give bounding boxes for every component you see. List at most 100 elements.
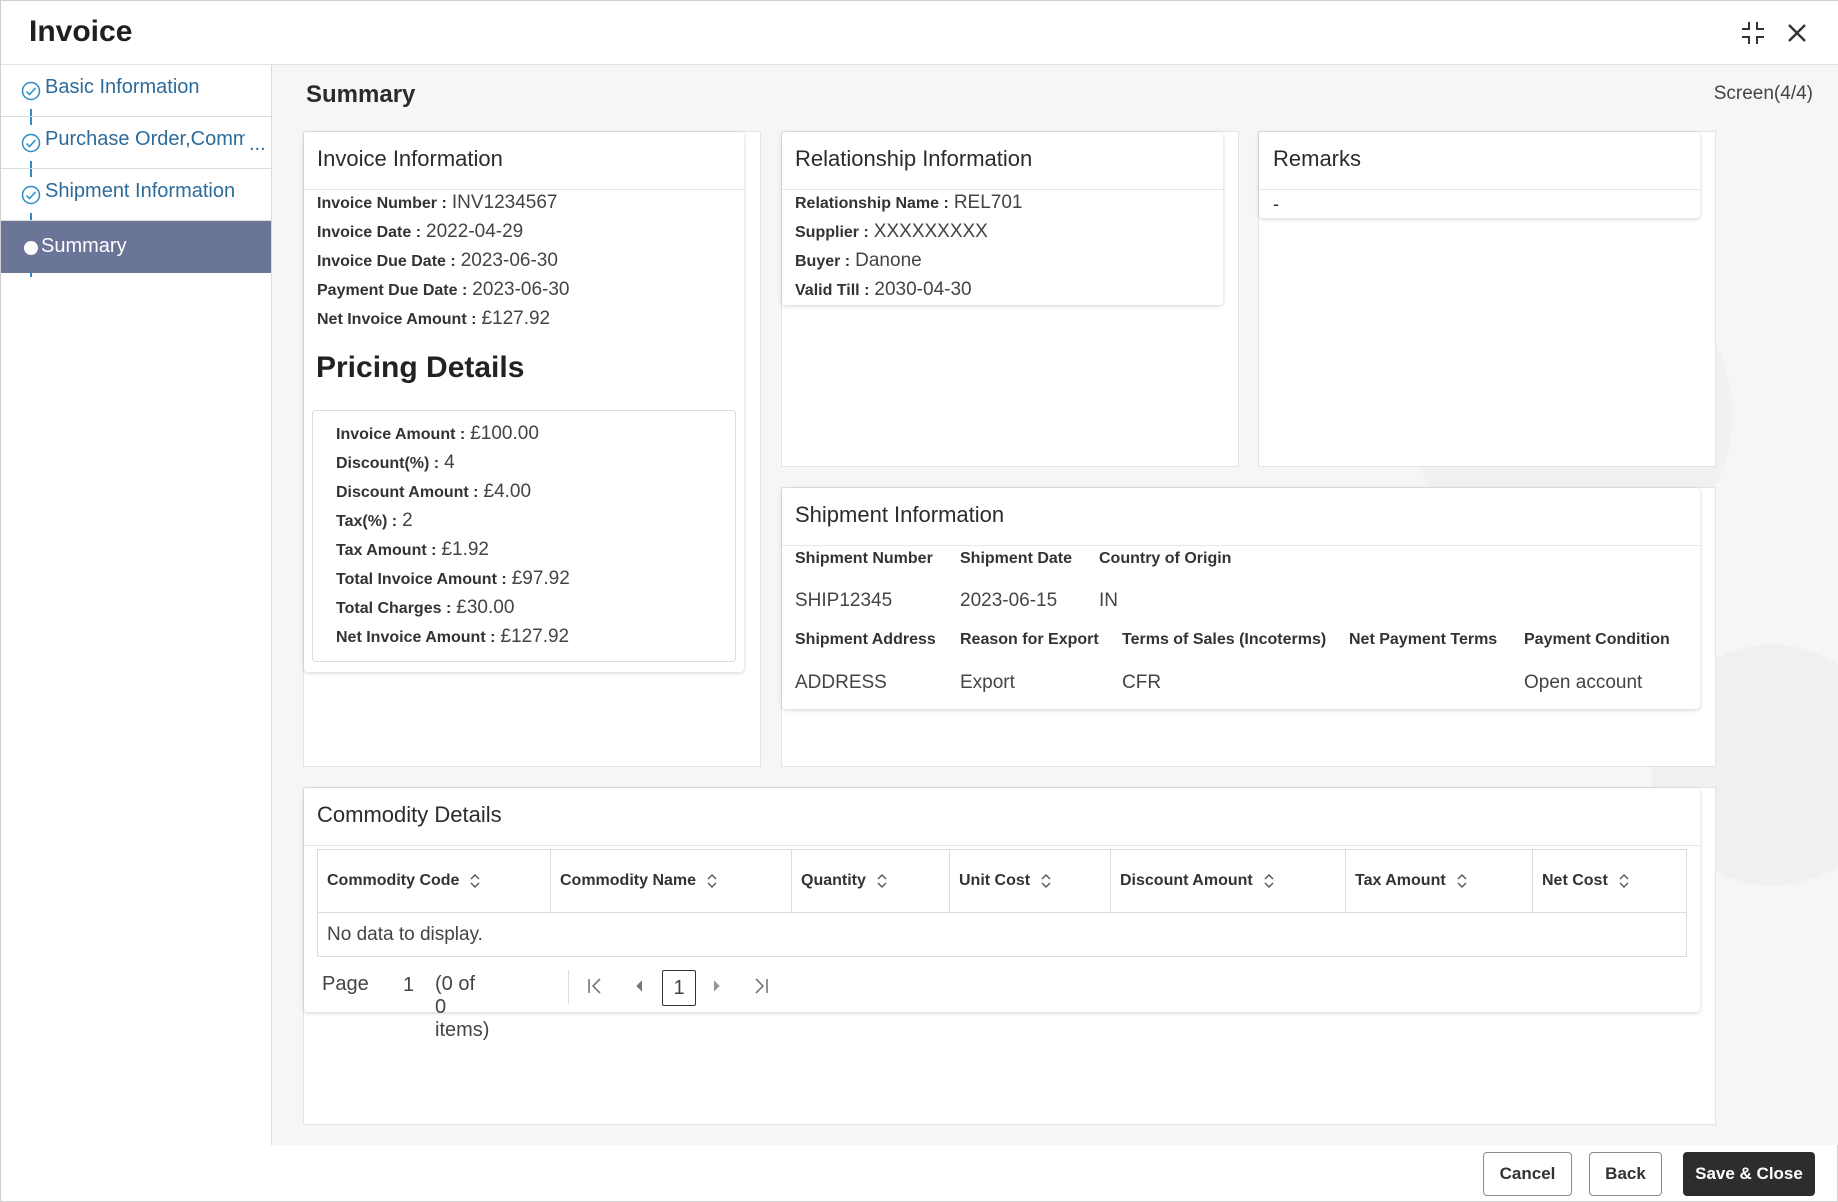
column-label: Commodity Name <box>560 872 697 889</box>
current-page-box[interactable]: 1 <box>662 970 696 1006</box>
page-item-count: (0 of 0 items) <box>435 973 490 1041</box>
sort-icon <box>1457 874 1467 888</box>
field-label: Net Invoice Amount : <box>336 629 496 646</box>
save-and-close-button[interactable]: Save & Close <box>1683 1152 1815 1196</box>
card-title: Shipment Information <box>795 502 1005 527</box>
back-button[interactable]: Back <box>1589 1152 1662 1196</box>
discount-amount-field: Discount Amount : £4.00 <box>336 481 531 503</box>
country-of-origin-label: Country of Origin <box>1099 550 1232 567</box>
invoice-date-field: Invoice Date : 2022-04-29 <box>317 221 523 243</box>
wizard-sidebar: Basic Information Purchase Order,Commo .… <box>1 65 272 1145</box>
field-value: INV1234567 <box>451 192 558 213</box>
divider <box>304 189 744 190</box>
last-page-icon[interactable] <box>746 966 776 1006</box>
payment-condition-label: Payment Condition <box>1524 631 1670 648</box>
column-header-tax-amount[interactable]: Tax Amount <box>1346 850 1533 912</box>
column-header-discount-amount[interactable]: Discount Amount <box>1111 850 1346 912</box>
column-label: Quantity <box>801 872 866 889</box>
shipment-information-card: Shipment Information Shipment Number SHI… <box>782 488 1700 709</box>
pricing-details-heading: Pricing Details <box>316 351 525 384</box>
sidebar-item-purchase-order[interactable]: Purchase Order,Commo ... <box>1 117 271 169</box>
sidebar-item-basic-information[interactable]: Basic Information <box>1 65 271 117</box>
buyer-field: Buyer : Danone <box>795 250 922 272</box>
field-label: Tax(%) : <box>336 513 398 530</box>
supplier-field: Supplier : XXXXXXXXX <box>795 221 988 243</box>
shipment-date-label: Shipment Date <box>960 550 1073 567</box>
current-step-dot <box>24 241 38 255</box>
sort-icon <box>1041 874 1051 888</box>
total-charges-field: Total Charges : £30.00 <box>336 597 514 619</box>
reason-for-export-label: Reason for Export <box>960 631 1099 648</box>
field-label: Invoice Amount : <box>336 426 466 443</box>
shipment-address-value: ADDRESS <box>795 672 887 693</box>
field-label: Tax Amount : <box>336 542 437 559</box>
field-label: Net Invoice Amount : <box>317 311 477 328</box>
sidebar-item-summary[interactable]: Summary <box>1 221 271 273</box>
field-value: 2023-06-30 <box>472 279 570 300</box>
page-number: 1 <box>403 974 415 996</box>
prev-page-icon[interactable] <box>624 966 654 1006</box>
remarks-card: Remarks - <box>1259 132 1700 218</box>
page-title: Summary <box>306 81 416 108</box>
field-value: REL701 <box>953 192 1023 213</box>
dialog-title: Invoice <box>29 15 133 48</box>
field-value: £30.00 <box>456 597 515 618</box>
sort-icon <box>707 874 717 888</box>
field-value: XXXXXXXXX <box>873 221 988 242</box>
empty-table-message: No data to display. <box>327 924 483 945</box>
sort-icon <box>1264 874 1274 888</box>
divider <box>782 545 1700 546</box>
column-header-net-cost[interactable]: Net Cost <box>1533 850 1688 912</box>
first-page-icon[interactable] <box>580 966 610 1006</box>
field-value: £1.92 <box>441 539 489 560</box>
invoice-dialog: Invoice Basic Information Purchase Order… <box>0 0 1838 1202</box>
field-label: Invoice Due Date : <box>317 253 456 270</box>
field-label: Invoice Number : <box>317 195 447 212</box>
field-label: Supplier : <box>795 224 869 241</box>
divider <box>1259 189 1700 190</box>
field-label: Invoice Date : <box>317 224 422 241</box>
column-header-quantity[interactable]: Quantity <box>792 850 950 912</box>
field-value: 2030-04-30 <box>874 279 972 300</box>
total-invoice-amount-field: Total Invoice Amount : £97.92 <box>336 568 570 590</box>
minimize-icon[interactable] <box>1735 15 1771 51</box>
card-title: Remarks <box>1273 146 1362 171</box>
divider <box>568 970 569 1004</box>
field-label: Discount(%) : <box>336 455 440 472</box>
column-header-unit-cost[interactable]: Unit Cost <box>950 850 1111 912</box>
card-title: Relationship Information <box>795 146 1033 171</box>
shipment-date-value: 2023-06-15 <box>960 590 1058 611</box>
close-icon[interactable] <box>1779 15 1815 51</box>
column-header-commodity-code[interactable]: Commodity Code <box>318 850 551 912</box>
reason-for-export-value: Export <box>960 672 1015 693</box>
column-label: Unit Cost <box>959 872 1031 889</box>
net-invoice-amount-field: Net Invoice Amount : £127.92 <box>317 308 550 330</box>
field-value: 2 <box>402 510 413 531</box>
tax-amount-field: Tax Amount : £1.92 <box>336 539 489 561</box>
field-value: 2022-04-29 <box>426 221 524 242</box>
pricing-details-box: Invoice Amount : £100.00 Discount(%) : 4… <box>312 410 736 662</box>
cancel-button[interactable]: Cancel <box>1483 1152 1572 1196</box>
sort-icon <box>877 874 887 888</box>
column-label: Tax Amount <box>1355 872 1446 889</box>
check-circle-icon <box>21 133 41 153</box>
sort-icon <box>1619 874 1629 888</box>
payment-condition-value: Open account <box>1524 672 1643 693</box>
next-page-icon[interactable] <box>702 966 732 1006</box>
truncation-ellipsis: ... <box>249 133 266 155</box>
column-label: Commodity Code <box>327 872 460 889</box>
sidebar-item-label: Shipment Information <box>45 180 236 202</box>
field-label: Total Invoice Amount : <box>336 571 507 588</box>
sidebar-item-shipment-information[interactable]: Shipment Information <box>1 169 271 221</box>
field-label: Relationship Name : <box>795 195 949 212</box>
country-of-origin-value: IN <box>1099 590 1118 611</box>
screen-indicator: Screen(4/4) <box>1713 83 1813 104</box>
field-value: £127.92 <box>500 626 570 647</box>
payment-due-date-field: Payment Due Date : 2023-06-30 <box>317 279 569 301</box>
divider <box>304 845 1700 846</box>
discount-percent-field: Discount(%) : 4 <box>336 452 455 474</box>
column-header-commodity-name[interactable]: Commodity Name <box>551 850 792 912</box>
shipment-address-label: Shipment Address <box>795 631 936 648</box>
field-value: £97.92 <box>511 568 570 589</box>
terms-of-sales-label: Terms of Sales (Incoterms) <box>1122 631 1327 648</box>
